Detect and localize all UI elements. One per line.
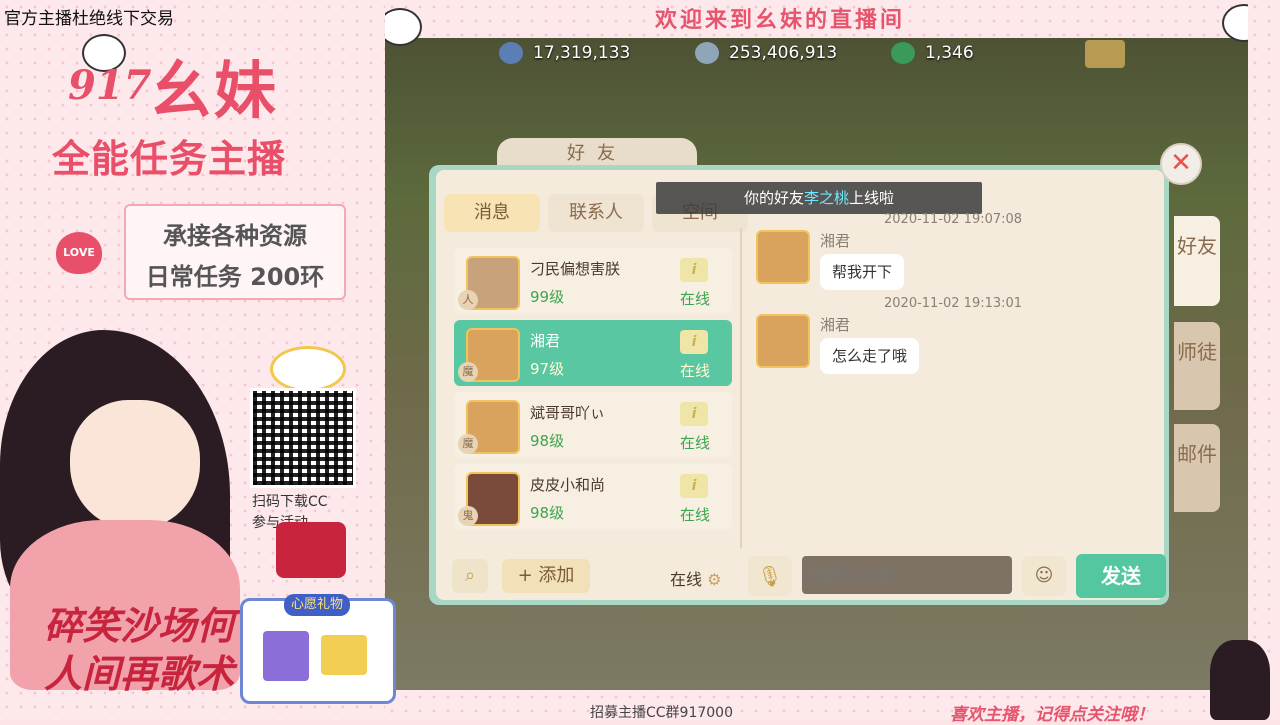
service-line: 日常任务 200环 bbox=[145, 263, 325, 291]
side-tab-friends[interactable]: 好友 bbox=[1174, 216, 1220, 306]
panda-icon bbox=[270, 346, 346, 392]
online-toast: 你的好友李之桃上线啦 bbox=[656, 182, 982, 214]
toast-suffix: 上线啦 bbox=[849, 189, 895, 207]
heart-icon: LOVE bbox=[56, 232, 102, 274]
friend-level: 98级 bbox=[530, 504, 565, 522]
tab-messages[interactable]: 消息 bbox=[444, 194, 540, 232]
friend-name: 湘君 bbox=[530, 332, 561, 350]
message-timestamp: 2020-11-02 19:13:01 bbox=[884, 296, 1023, 311]
search-icon: ⌕ bbox=[464, 565, 476, 586]
add-label: 添加 bbox=[538, 565, 575, 586]
friend-level: 99级 bbox=[530, 288, 565, 306]
friend-level: 98级 bbox=[530, 432, 565, 450]
crown-icon[interactable] bbox=[1085, 40, 1125, 68]
sender-name: 湘君 bbox=[820, 232, 851, 250]
qr-code[interactable] bbox=[250, 388, 356, 488]
toast-friend-name: 李之桃 bbox=[803, 189, 849, 207]
brand-subtitle: 全能任务主播 bbox=[52, 137, 287, 181]
recruit-text: 招募主播CC群917000 bbox=[590, 705, 733, 721]
silver-icon bbox=[695, 42, 719, 64]
service-line: 承接各种资源 bbox=[163, 222, 307, 250]
silver-count: 253,406,913 bbox=[729, 43, 838, 63]
services-box: 承接各种资源 日常任务 200环 bbox=[124, 204, 346, 300]
slogan-line: 人间再歌术 bbox=[44, 652, 235, 696]
slogan: 碎笑沙场何 人间再歌术 bbox=[44, 602, 234, 698]
online-filter[interactable]: 在线 ⚙ bbox=[670, 566, 721, 590]
friend-name: 刁民偏想害朕 bbox=[530, 260, 621, 278]
toast-prefix: 你的好友 bbox=[743, 189, 804, 207]
sender-name: 湘君 bbox=[820, 316, 851, 334]
friend-status: 在线 bbox=[680, 434, 711, 452]
mascot-icon bbox=[1210, 640, 1270, 720]
character-face bbox=[70, 400, 200, 530]
friend-row[interactable]: 鬼 皮皮小和尚 98级 i 在线 bbox=[454, 464, 732, 530]
message-timestamp: 2020-11-02 19:07:08 bbox=[884, 212, 1023, 227]
message-bubble: 怎么走了哦 bbox=[820, 338, 920, 374]
right-border bbox=[1248, 0, 1280, 720]
gold-ticket-icon bbox=[321, 635, 367, 675]
coin-icon bbox=[499, 42, 523, 64]
jade-count: 1,346 bbox=[925, 43, 974, 63]
follow-reminder: 喜欢主播，记得点关注哦！ bbox=[950, 705, 1154, 725]
avatar bbox=[756, 314, 810, 368]
add-friend-button[interactable]: + 添加 bbox=[502, 559, 590, 593]
friend-row[interactable]: 魔 湘君 97级 i 在线 bbox=[454, 320, 732, 386]
online-filter-label: 在线 bbox=[670, 570, 703, 589]
friend-name: 皮皮小和尚 bbox=[530, 476, 606, 494]
friend-name: 斌哥哥吖ぃ bbox=[530, 404, 606, 422]
friend-row[interactable]: 人 刁民偏想害朕 99级 i 在线 bbox=[454, 248, 732, 314]
gear-icon: ⚙ bbox=[707, 570, 722, 589]
info-icon[interactable]: i bbox=[680, 258, 708, 282]
microphone-icon: 🎙 bbox=[757, 564, 783, 588]
panel-divider bbox=[740, 228, 742, 548]
send-button[interactable]: 发送 bbox=[1076, 554, 1166, 598]
info-icon[interactable]: i bbox=[680, 474, 708, 498]
friend-status: 在线 bbox=[680, 362, 711, 380]
info-icon[interactable]: i bbox=[680, 330, 708, 354]
brand-number: 917 bbox=[68, 62, 152, 109]
qr-caption-line: 扫码下载CC bbox=[252, 494, 328, 510]
info-icon[interactable]: i bbox=[680, 402, 708, 426]
race-badge: 人 bbox=[458, 290, 478, 310]
welcome-banner: 欢迎来到幺妹的直播间 bbox=[655, 8, 906, 33]
search-button[interactable]: ⌕ bbox=[452, 559, 488, 593]
tab-contacts[interactable]: 联系人 bbox=[548, 194, 644, 232]
red-envelope-icon bbox=[276, 522, 346, 578]
brand-name: 幺妹 bbox=[150, 54, 279, 127]
close-button[interactable]: ✕ bbox=[1160, 143, 1202, 185]
message-bubble: 帮我开下 bbox=[820, 254, 905, 290]
voice-button[interactable]: 🎙 bbox=[748, 556, 792, 596]
friend-status: 在线 bbox=[680, 506, 711, 524]
race-badge: 鬼 bbox=[458, 506, 478, 526]
friend-row[interactable]: 魔 斌哥哥吖ぃ 98级 i 在线 bbox=[454, 392, 732, 458]
side-tab-mail[interactable]: 邮件 bbox=[1174, 424, 1220, 512]
coin-count: 17,319,133 bbox=[533, 43, 631, 63]
official-notice: 官方主播杜绝线下交易 bbox=[4, 9, 174, 29]
race-badge: 魔 bbox=[458, 362, 478, 382]
avatar bbox=[756, 230, 810, 284]
chat-input[interactable] bbox=[802, 556, 1012, 594]
friend-status: 在线 bbox=[680, 290, 711, 308]
side-tab-mentor[interactable]: 师徒 bbox=[1174, 322, 1220, 410]
crystal-icon bbox=[263, 631, 309, 681]
race-badge: 魔 bbox=[458, 434, 478, 454]
wish-gift-title: 心愿礼物 bbox=[284, 594, 350, 616]
friend-level: 97级 bbox=[530, 360, 565, 378]
emoji-icon: ☺ bbox=[1034, 565, 1054, 586]
slogan-line: 碎笑沙场何 bbox=[44, 604, 235, 648]
add-user-icon: + bbox=[517, 565, 533, 586]
emoji-button[interactable]: ☺ bbox=[1022, 556, 1066, 596]
jade-icon bbox=[891, 42, 915, 64]
